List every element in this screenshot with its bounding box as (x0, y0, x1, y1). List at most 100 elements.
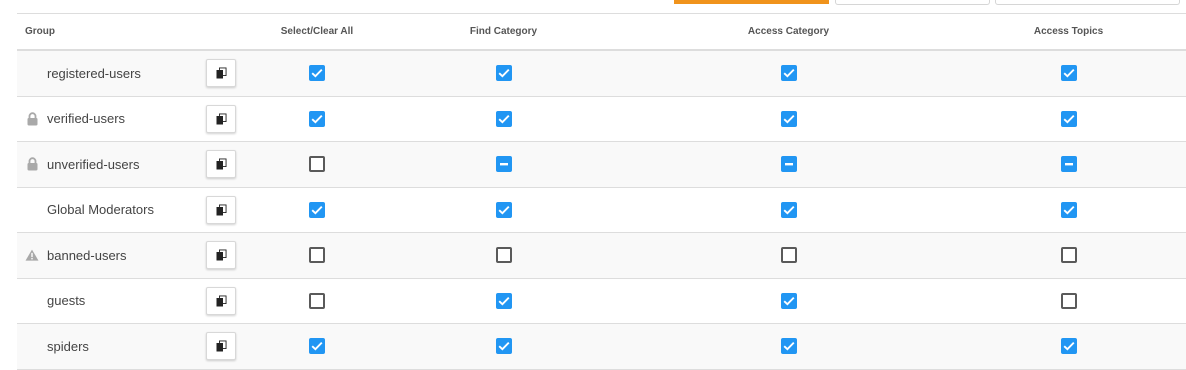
privileges-table: Group Select/Clear All Find Category Acc… (17, 13, 1186, 370)
copy-privileges-button[interactable] (206, 195, 236, 224)
access-category-checkbox[interactable] (780, 156, 797, 173)
group-name: guests (47, 293, 86, 309)
find-category-cell (389, 65, 618, 82)
access-topics-checkbox[interactable] (1060, 247, 1077, 264)
table-header: Group Select/Clear All Find Category Acc… (17, 14, 1186, 51)
access-category-checkbox[interactable] (780, 65, 797, 82)
primary-action-button[interactable] (674, 0, 829, 4)
access-topics-cell (959, 156, 1178, 173)
group-cell: banned-users (17, 248, 197, 263)
select-all-checkbox[interactable] (309, 292, 325, 309)
find-category-cell (389, 110, 618, 127)
copy-icon (216, 295, 227, 307)
select-all-cell (245, 65, 389, 82)
access-category-cell (618, 65, 959, 82)
find-category-cell (389, 338, 618, 355)
copy-icon (216, 158, 227, 170)
access-topics-cell (959, 201, 1178, 218)
copy-privileges-button[interactable] (206, 241, 236, 270)
group-name: Global Moderators (47, 202, 154, 218)
access-topics-cell (959, 292, 1178, 309)
table-row: unverified-users (17, 142, 1186, 188)
access-category-checkbox[interactable] (780, 201, 797, 218)
access-category-cell (618, 338, 959, 355)
copy-privileges-button[interactable] (206, 332, 236, 361)
access-topics-checkbox[interactable] (1060, 292, 1077, 309)
access-topics-checkbox[interactable] (1060, 338, 1077, 355)
access-category-cell (618, 201, 959, 218)
select-all-cell (245, 247, 389, 264)
header-access-topics: Access Topics (1033, 26, 1104, 37)
group-name: unverified-users (47, 156, 140, 172)
find-category-checkbox[interactable] (495, 156, 512, 173)
copy-cell (197, 59, 245, 88)
copy-privileges-button[interactable] (206, 59, 236, 88)
copy-privileges-button[interactable] (206, 150, 236, 179)
access-category-cell (618, 156, 959, 173)
copy-privileges-button[interactable] (206, 104, 236, 133)
header-group: Group (25, 26, 55, 37)
table-row: verified-users (17, 97, 1186, 142)
select-all-cell (245, 338, 389, 355)
header-find-category: Find Category (469, 26, 538, 37)
select-all-cell (245, 156, 389, 173)
group-cell: verified-users (17, 111, 197, 126)
copy-icon (216, 204, 227, 216)
icon-spacer (25, 294, 39, 308)
access-topics-checkbox[interactable] (1060, 110, 1077, 127)
icon-spacer (25, 203, 39, 217)
warning-icon (25, 248, 39, 262)
header-access-category: Access Category (747, 26, 830, 37)
find-category-cell (389, 156, 618, 173)
access-category-checkbox[interactable] (780, 292, 797, 309)
find-category-checkbox[interactable] (495, 338, 512, 355)
copy-privileges-button[interactable] (206, 286, 236, 315)
access-category-checkbox[interactable] (780, 338, 797, 355)
select-all-checkbox[interactable] (309, 338, 325, 355)
copy-cell (197, 104, 245, 133)
find-category-cell (389, 247, 618, 264)
select-all-checkbox[interactable] (309, 247, 325, 264)
access-topics-cell (959, 110, 1178, 127)
find-category-checkbox[interactable] (495, 292, 512, 309)
secondary-action-button[interactable] (835, 0, 990, 5)
select-all-checkbox[interactable] (309, 201, 325, 218)
group-cell: registered-users (17, 66, 197, 81)
access-category-checkbox[interactable] (780, 110, 797, 127)
access-topics-checkbox[interactable] (1060, 156, 1077, 173)
copy-icon (216, 113, 227, 125)
access-category-cell (618, 247, 959, 264)
copy-icon (216, 249, 227, 261)
table-row: spiders (17, 324, 1186, 370)
group-name: registered-users (47, 65, 141, 81)
access-category-checkbox[interactable] (780, 247, 797, 264)
copy-cell (197, 241, 245, 270)
group-cell: Global Moderators (17, 202, 197, 217)
find-category-checkbox[interactable] (495, 110, 512, 127)
lock-icon (25, 112, 39, 126)
access-topics-checkbox[interactable] (1060, 201, 1077, 218)
copy-cell (197, 332, 245, 361)
tertiary-action-button[interactable] (995, 0, 1180, 5)
access-category-cell (618, 110, 959, 127)
group-name: banned-users (47, 247, 127, 263)
find-category-checkbox[interactable] (495, 247, 512, 264)
select-all-cell (245, 292, 389, 309)
find-category-checkbox[interactable] (495, 201, 512, 218)
find-category-checkbox[interactable] (495, 65, 512, 82)
find-category-cell (389, 201, 618, 218)
select-all-checkbox[interactable] (309, 156, 325, 173)
group-cell: unverified-users (17, 157, 197, 172)
table-row: Global Moderators (17, 188, 1186, 233)
table-body: registered-users verified-users unverified… (17, 51, 1186, 370)
access-category-cell (618, 292, 959, 309)
access-topics-cell (959, 65, 1178, 82)
header-select-clear-all: Select/Clear All (280, 26, 354, 37)
access-topics-checkbox[interactable] (1060, 65, 1077, 82)
group-name: spiders (47, 338, 89, 354)
select-all-cell (245, 110, 389, 127)
access-topics-cell (959, 338, 1178, 355)
table-row: guests (17, 279, 1186, 324)
select-all-checkbox[interactable] (309, 110, 325, 127)
select-all-checkbox[interactable] (309, 65, 325, 82)
